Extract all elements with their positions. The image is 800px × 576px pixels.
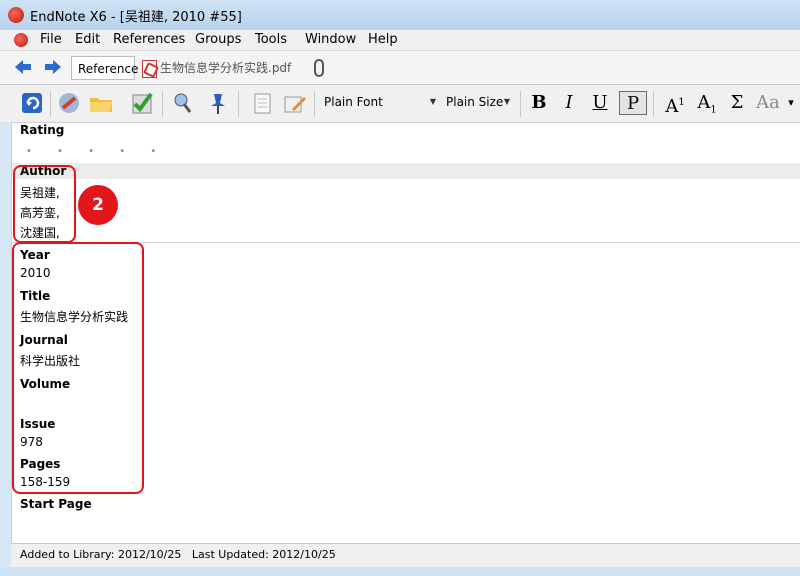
status-bar: Added to Library: 2012/10/25 Last Update… [11,543,800,568]
find-text-icon[interactable] [170,91,196,115]
bold-button[interactable]: B [528,91,550,115]
title-bar: EndNote X6 - [吴祖建, 2010 #55] [0,0,800,31]
subscript-mark: 1 [710,104,717,116]
refresh-icon[interactable] [20,91,46,115]
edit-document-icon[interactable] [282,91,308,115]
tab-pdf[interactable]: 生物信息学分析实践.pdf [140,56,305,80]
status-text: Added to Library: 2012/10/25 Last Update… [20,548,336,561]
menu-edit[interactable]: Edit [75,32,100,47]
menu-help[interactable]: Help [368,32,398,47]
back-arrow-icon[interactable] [14,59,32,75]
symbol-button[interactable]: Σ [727,91,747,115]
menu-references[interactable]: References [113,32,185,47]
toolbar-separator [238,91,239,117]
pdf-file-icon [142,60,157,78]
menu-bar: File Edit References Groups Tools Window… [0,30,800,51]
rating-label: Rating [20,123,65,137]
tab-pdf-label: 生物信息学分析实践.pdf [160,61,292,75]
author-highlight-box [13,165,76,243]
plain-button[interactable]: P [619,91,647,115]
chevron-down-icon: ▼ [503,97,510,106]
superscript-mark: 1 [678,97,685,108]
window-left-frame [0,122,11,567]
fields-highlight-box [12,242,144,494]
subscript-letter: A [697,92,711,113]
checkmark-icon[interactable] [130,91,156,115]
formatting-toolbar: Plain Font ▼ Plain Size ▼ B I U P A1 A1 … [0,85,800,123]
rating-stars[interactable]: • • • • • [26,146,167,157]
menu-window[interactable]: Window [305,32,356,47]
document-icon[interactable] [250,91,276,115]
superscript-button[interactable]: A1 [663,91,687,117]
superscript-letter: A [665,96,679,117]
tab-bar: Reference 生物信息学分析实践.pdf [0,51,800,85]
updated-date: Last Updated: 2012/10/25 [191,548,336,561]
endnote-menu-icon[interactable] [14,33,28,47]
window-bottom-frame [0,567,800,576]
change-case-button[interactable]: Aa [754,91,782,115]
paperclip-icon[interactable] [314,59,324,77]
start-page-label: Start Page [20,497,92,511]
size-select[interactable]: Plain Size ▼ [446,92,510,112]
underline-button[interactable]: U [588,91,612,115]
subscript-button[interactable]: A1 [695,91,719,116]
toolbar-separator [50,91,51,117]
font-select[interactable]: Plain Font ▼ [324,92,436,112]
menu-file[interactable]: File [40,32,62,47]
toolbar-separator [520,91,521,117]
tab-reference[interactable]: Reference [71,56,138,80]
endnote-app-icon [8,7,24,23]
toolbar-separator [653,91,654,117]
toolbar-separator [314,91,315,117]
step-number-badge: 2 [78,185,118,225]
forward-arrow-icon[interactable] [44,59,62,75]
chevron-down-icon: ▼ [429,97,436,106]
menu-groups[interactable]: Groups [195,32,241,47]
window-title: EndNote X6 - [吴祖建, 2010 #55] [30,10,242,25]
web-link-icon[interactable] [56,91,82,115]
pushpin-icon[interactable] [205,91,231,115]
author-field-highlight [12,163,800,179]
font-select-value: Plain Font [324,95,383,109]
italic-button[interactable]: I [558,91,580,115]
toolbar-separator [162,91,163,117]
size-select-value: Plain Size [446,95,504,109]
open-folder-icon[interactable] [88,91,114,115]
added-date: Added to Library: 2012/10/25 [20,548,182,561]
menu-tools[interactable]: Tools [255,32,287,47]
toolbar-overflow-icon[interactable]: ▾ [786,91,796,115]
